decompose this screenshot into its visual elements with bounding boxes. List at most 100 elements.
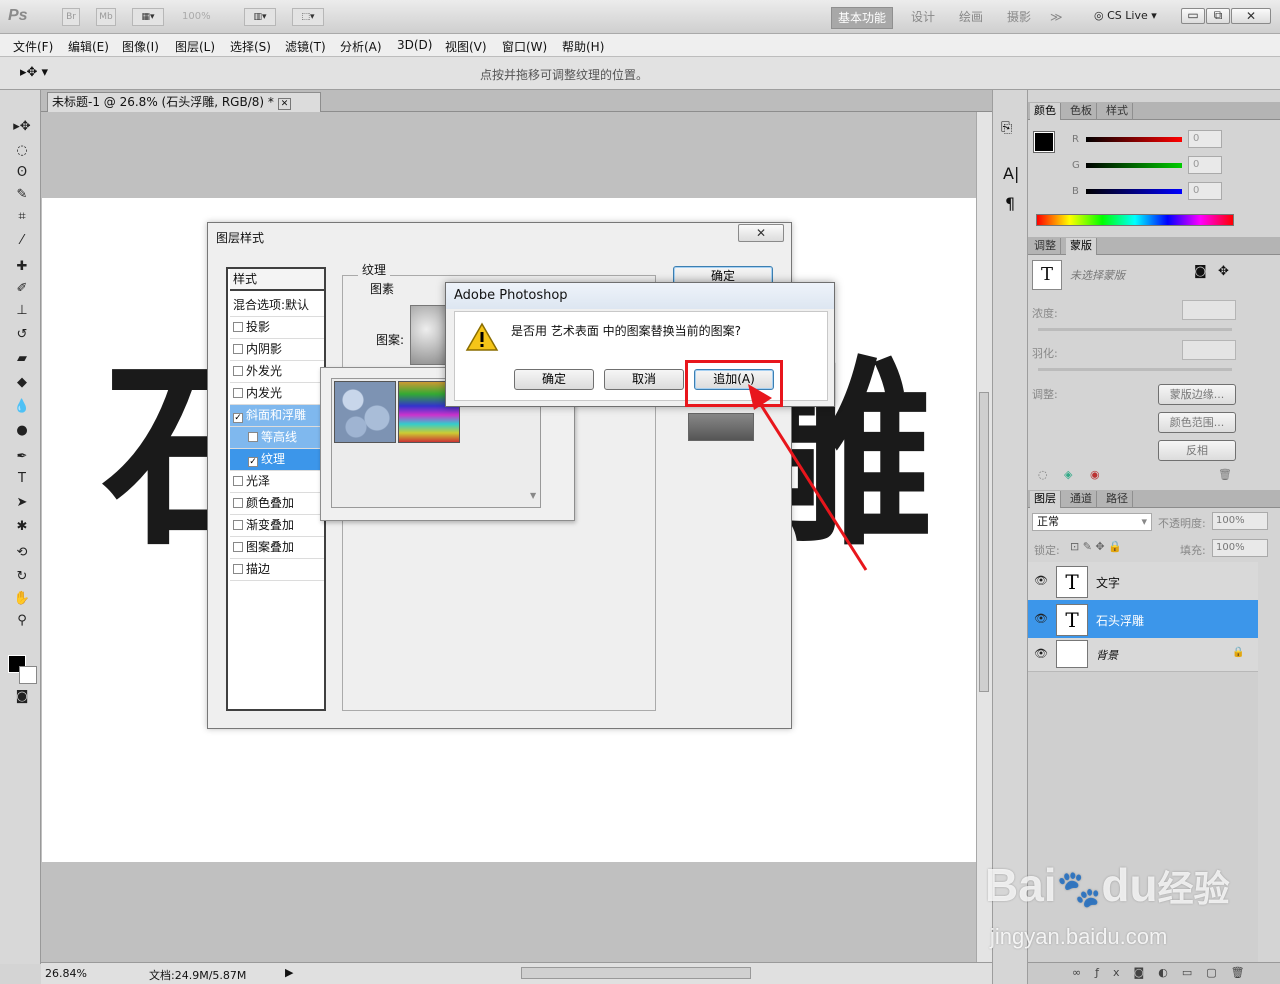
red-slider[interactable]: [1086, 137, 1182, 142]
lasso-tool-icon[interactable]: ʘ: [12, 164, 32, 182]
apply-mask-icon[interactable]: ◈: [1064, 468, 1072, 481]
invert-button[interactable]: 反相: [1158, 440, 1236, 461]
checkbox[interactable]: [233, 520, 243, 530]
style-drop-shadow[interactable]: 投影: [230, 317, 324, 339]
style-texture[interactable]: ✓ 纹理: [230, 449, 324, 471]
load-selection-icon[interactable]: ◌: [1038, 468, 1048, 481]
menu-select[interactable]: 选择(S): [230, 38, 271, 55]
status-menu-arrow[interactable]: ▶: [285, 966, 293, 979]
paint-bucket-icon[interactable]: ◆: [12, 374, 32, 392]
eraser-tool-icon[interactable]: ▰: [12, 350, 32, 368]
character-panel-icon[interactable]: A|: [1003, 164, 1019, 183]
tab-paths[interactable]: 路径: [1102, 491, 1133, 508]
mask-edge-button[interactable]: 蒙版边缘...: [1158, 384, 1236, 405]
blue-value[interactable]: 0: [1188, 182, 1222, 200]
menu-file[interactable]: 文件(F): [13, 38, 53, 55]
move-tool-icon[interactable]: ▸✥: [12, 118, 32, 136]
zoom-level-dropdown[interactable]: 100%: [182, 11, 211, 22]
add-pixel-mask-icon[interactable]: ◙: [1194, 264, 1207, 279]
pattern-bubbles[interactable]: [334, 381, 396, 443]
blend-mode-select[interactable]: 正常 ▾: [1032, 513, 1152, 531]
feather-input[interactable]: [1182, 340, 1236, 360]
tab-layers[interactable]: 图层: [1030, 491, 1061, 508]
workspace-painting[interactable]: 绘画: [953, 7, 989, 29]
history-panel-icon[interactable]: ⎘: [1001, 120, 1012, 136]
alert-cancel-button[interactable]: 取消: [604, 369, 684, 390]
crop-tool-icon[interactable]: ⌗: [12, 208, 32, 226]
tab-adjustments[interactable]: 调整: [1030, 238, 1061, 255]
tab-swatches[interactable]: 色板: [1066, 103, 1097, 120]
tab-color[interactable]: 颜色: [1030, 103, 1061, 120]
style-outer-glow[interactable]: 外发光: [230, 361, 324, 383]
style-gradient-overlay[interactable]: 渐变叠加: [230, 515, 324, 537]
color-spectrum-bar[interactable]: [1036, 214, 1234, 226]
history-brush-icon[interactable]: ↺: [12, 326, 32, 344]
clone-stamp-icon[interactable]: ⊥: [12, 302, 32, 320]
blue-slider[interactable]: [1086, 189, 1182, 194]
checkbox[interactable]: [233, 542, 243, 552]
dialog-close-button[interactable]: ✕: [738, 224, 784, 242]
brush-tool-icon[interactable]: ✐: [12, 280, 32, 298]
layer-row[interactable]: 👁 T 文字: [1028, 562, 1258, 602]
menu-3d[interactable]: 3D(D): [397, 38, 432, 52]
visibility-eye-icon[interactable]: 👁: [1034, 612, 1048, 625]
marquee-tool-icon[interactable]: ◌: [12, 142, 32, 160]
fg-color-chip[interactable]: [1033, 131, 1055, 153]
style-color-overlay[interactable]: 颜色叠加: [230, 493, 324, 515]
style-inner-glow[interactable]: 内发光: [230, 383, 324, 405]
checkbox[interactable]: [233, 476, 243, 486]
layer-row[interactable]: 👁 背景 🔒: [1028, 638, 1258, 672]
menu-edit[interactable]: 编辑(E): [68, 38, 109, 55]
3d-rotate-icon[interactable]: ⟲: [12, 544, 32, 562]
layers-panel-footer-icons[interactable]: ∞ƒx◙◐▭▢🗑: [1028, 962, 1280, 984]
green-value[interactable]: 0: [1188, 156, 1222, 174]
pattern-swatch[interactable]: [410, 305, 450, 365]
menu-analysis[interactable]: 分析(A): [340, 38, 382, 55]
style-satin[interactable]: 光泽: [230, 471, 324, 493]
blend-options-item[interactable]: 混合选项:默认: [230, 295, 324, 317]
menu-window[interactable]: 窗口(W): [502, 38, 547, 55]
dodge-tool-icon[interactable]: ●: [12, 422, 32, 440]
add-vector-mask-icon[interactable]: ✥: [1218, 264, 1229, 279]
move-tool-preset-icon[interactable]: ▸✥ ▾: [20, 65, 48, 80]
workspace-photography[interactable]: 摄影: [1001, 7, 1037, 29]
fill-input[interactable]: 100%: [1212, 539, 1268, 557]
arrange-documents-icon[interactable]: ▥▾: [244, 8, 276, 26]
checkbox-checked[interactable]: ✓: [248, 457, 258, 467]
quick-mask-icon[interactable]: ◙: [12, 688, 32, 706]
workspace-essentials[interactable]: 基本功能: [831, 7, 894, 29]
zoom-tool-icon[interactable]: ⚲: [12, 612, 32, 630]
tab-styles[interactable]: 样式: [1102, 103, 1133, 120]
density-input[interactable]: [1182, 300, 1236, 320]
type-tool-icon[interactable]: T: [12, 470, 32, 488]
scroll-down-arrow[interactable]: ▼: [530, 491, 536, 500]
checkbox[interactable]: [233, 564, 243, 574]
lock-icons[interactable]: ⊡ ✎ ✥ 🔒: [1070, 540, 1122, 553]
bridge-button[interactable]: Br: [62, 8, 80, 26]
green-slider[interactable]: [1086, 163, 1182, 168]
shape-tool-icon[interactable]: ✱: [12, 518, 32, 536]
tab-masks[interactable]: 蒙版: [1066, 238, 1097, 255]
healing-brush-icon[interactable]: ✚: [12, 258, 32, 276]
style-bevel-emboss[interactable]: ✓ 斜面和浮雕: [230, 405, 324, 427]
checkbox[interactable]: [248, 432, 258, 442]
checkbox[interactable]: [233, 344, 243, 354]
eyedropper-tool-icon[interactable]: ⁄: [12, 232, 32, 250]
color-range-button[interactable]: 颜色范围...: [1158, 412, 1236, 433]
checkbox[interactable]: [233, 388, 243, 398]
menu-filter[interactable]: 滤镜(T): [285, 38, 326, 55]
horizontal-scrollbar[interactable]: [521, 967, 751, 979]
hand-tool-icon[interactable]: ✋: [12, 590, 32, 608]
quick-select-tool-icon[interactable]: ✎: [12, 186, 32, 204]
style-stroke[interactable]: 描边: [230, 559, 324, 581]
more-workspaces-button[interactable]: ≫: [1044, 7, 1069, 29]
paragraph-panel-icon[interactable]: ¶: [1005, 194, 1015, 213]
workspace-design[interactable]: 设计: [905, 7, 941, 29]
minimize-button[interactable]: ▭: [1181, 8, 1205, 24]
styles-header[interactable]: 样式: [230, 269, 324, 291]
style-contour[interactable]: 等高线: [230, 427, 324, 449]
menu-help[interactable]: 帮助(H): [562, 38, 604, 55]
checkbox-checked[interactable]: ✓: [233, 413, 243, 423]
density-slider[interactable]: [1038, 328, 1232, 331]
mini-bridge-button[interactable]: Mb: [96, 8, 116, 26]
